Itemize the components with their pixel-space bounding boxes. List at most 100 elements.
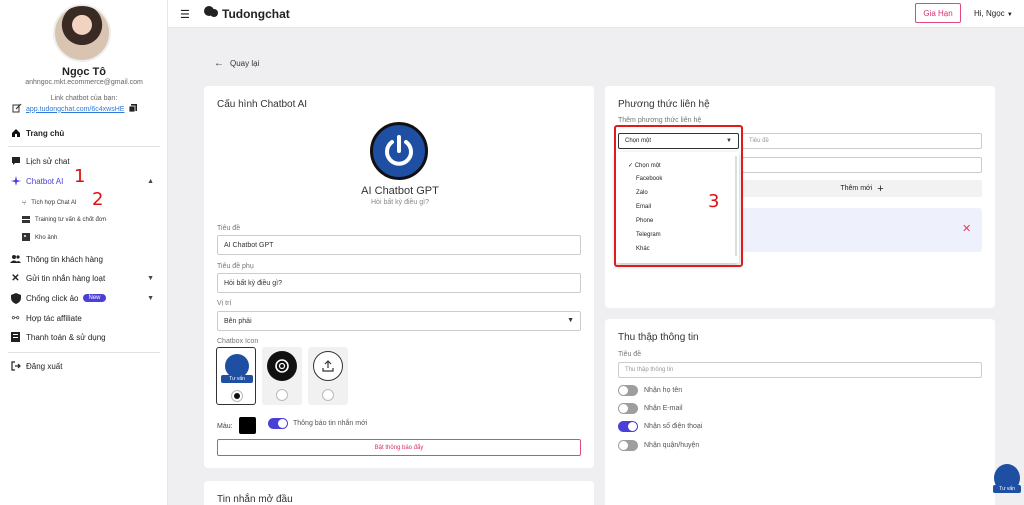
database-icon [22,215,30,225]
annotation-highlight-box [614,125,743,267]
sidebar-item-label: Hợp tác affiliate [26,313,82,323]
edit-icon[interactable] [12,103,22,115]
sidebar-item-billing[interactable]: Thanh toán & sử dụng [10,330,160,344]
sidebar-item-label: Lịch sử chat [26,156,70,166]
enable-push-button[interactable]: Bật thông báo đẩy [217,439,581,456]
openai-icon [267,351,297,381]
collect-item-label: Nhận E-mail [644,405,683,412]
icon-radio-agent[interactable] [231,390,243,402]
collect-item-name: Nhận họ tên [618,385,682,396]
sidebar-item-affiliate[interactable]: ⚯ Hợp tác affiliate [10,311,160,325]
sidebar-item-label: Thông tin khách hàng [26,254,103,264]
position-label: Vị trí [217,300,232,307]
agent-tag: Tư vấn [221,375,253,383]
sidebar-item-customers[interactable]: Thông tin khách hàng [10,252,160,266]
sidebar-item-label: Thanh toán & sử dụng [26,332,106,342]
chat-bubbles-icon [204,6,218,21]
collect-email-toggle[interactable] [618,403,638,414]
user-menu[interactable]: Hi, Ngọc ▼ [974,9,1013,18]
receipt-icon [10,332,21,343]
back-link[interactable]: ← Quay lại [214,58,259,69]
floating-chat-label[interactable]: Tư vấn [993,485,1021,493]
sidebar-item-bulk-send[interactable]: ✕ Gửi tin nhắn hàng loạt ▼ [10,271,160,285]
sidebar-item-label: Trang chủ [26,128,65,138]
welcome-title: Tin nhắn mở đầu [217,494,293,505]
chevron-down-icon[interactable]: ▼ [147,275,154,282]
collect-item-district: Nhận quận/huyện [618,440,699,451]
brand-name: Tudongchat [222,6,290,21]
sidebar-item-label: Chatbot AI [26,176,64,186]
collect-name-toggle[interactable] [618,385,638,396]
renew-button[interactable]: Gia Hạn [915,3,961,23]
copy-icon[interactable] [128,103,138,115]
position-value: Bên phải [224,317,252,325]
collect-item-email: Nhận E-mail [618,403,683,414]
chevron-down-icon: ▼ [1006,12,1013,18]
sidebar-item-label: Gửi tin nhắn hàng loạt [26,273,106,283]
collect-item-phone: Nhận số điện thoại [618,421,702,432]
sidebar-divider [8,352,160,353]
sidebar-item-logout[interactable]: Đăng xuất [10,359,160,373]
handshake-icon: ⚯ [11,312,20,323]
sidebar-item-home[interactable]: Trang chủ [10,126,160,140]
subtitle-label: Tiêu đề phụ [217,263,254,270]
arrow-left-icon: ← [214,58,224,69]
annotation-1: 1 [74,166,86,187]
sidebar-subitem-training[interactable]: Training tư vấn & chốt đơn [22,214,162,226]
color-swatch[interactable] [239,417,256,434]
branch-icon: ⑂ [22,199,27,207]
title-input[interactable]: AI Chatbot GPT [217,235,581,255]
chatbox-icon-option-upload[interactable] [308,347,348,405]
contact-title-input[interactable]: Tiêu đề [742,133,982,149]
chatbox-icon-option-openai[interactable] [262,347,302,405]
sparkle-icon [10,176,21,187]
collect-phone-toggle[interactable] [618,421,638,432]
sidebar-item-label: Đăng xuất [26,361,63,371]
chatbot-link-url[interactable]: app.tudongchat.com/6c4xwsHE [26,106,124,113]
notify-toggle[interactable] [268,418,288,429]
bot-subtitle: Hỏi bất kỳ điều gì? [371,199,429,206]
bot-name: AI Chatbot GPT [361,185,439,197]
position-select[interactable]: Bên phải ▼ [217,311,581,331]
collect-item-label: Nhận quận/huyện [644,442,700,449]
collect-district-toggle[interactable] [618,440,638,451]
collect-title: Thu thập thông tin [618,332,699,343]
sidebar-subitem-label: Training tư vấn & chốt đơn [35,217,107,223]
contact-title: Phương thức liên hệ [618,99,710,110]
chatbox-icon-option-agent[interactable]: Tư vấn [216,347,256,405]
contact-value-input[interactable] [742,157,982,173]
shield-icon [10,292,21,304]
chevron-down-icon: ▼ [567,317,574,324]
top-bar: ☰ Tudongchat Gia Hạn Hi, Ngọc ▼ [168,0,1024,28]
notify-label: Thông báo tin nhắn mới [293,420,368,427]
contact-item-box [741,208,982,252]
plus-icon: + [877,182,884,195]
sidebar: Ngọc Tô anhngoc.mkt.ecommerce@gmail.com … [0,0,168,505]
subtitle-input[interactable]: Hỏi bất kỳ điều gì? [217,273,581,293]
collect-item-label: Nhận số điện thoại [644,423,703,430]
avatar[interactable] [53,4,111,62]
upload-icon [313,351,343,381]
icon-radio-upload[interactable] [322,389,334,401]
add-new-button[interactable]: Thêm mới + [742,180,982,197]
back-label: Quay lại [230,59,260,68]
brand-logo[interactable]: Tudongchat [204,6,290,21]
collect-title-input[interactable]: Thu thập thông tin [618,362,982,378]
bot-logo[interactable] [370,122,428,180]
sidebar-subitem-label: Kho ảnh [35,235,58,241]
hamburger-menu-icon[interactable]: ☰ [180,8,190,21]
sidebar-subitem-images[interactable]: Kho ảnh [22,232,162,244]
tools-icon: ✕ [11,272,20,284]
user-email: anhngoc.mkt.ecommerce@gmail.com [25,79,143,86]
image-icon [22,233,30,243]
sidebar-item-anti-click[interactable]: Chống click ảo New ▼ [10,291,160,305]
annotation-3: 3 [708,191,720,212]
chevron-up-icon[interactable]: ▲ [147,178,154,185]
close-icon[interactable]: ✕ [962,222,971,235]
add-new-label: Thêm mới [840,185,873,192]
color-label: Màu: [217,423,233,430]
chatbot-link-row: app.tudongchat.com/6c4xwsHE [12,103,162,115]
users-icon [10,254,21,265]
chevron-down-icon[interactable]: ▼ [147,295,154,302]
icon-radio-openai[interactable] [276,389,288,401]
